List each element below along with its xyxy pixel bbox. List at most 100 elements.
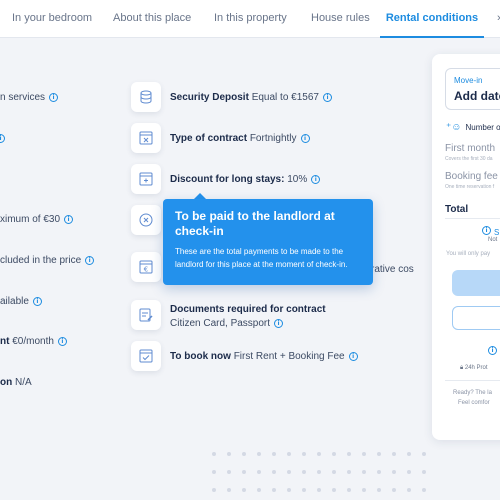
condition-documents-value: Citizen Card, Passport i: [170, 318, 284, 329]
decorative-dot: [302, 488, 306, 492]
info-icon[interactable]: i: [49, 92, 59, 102]
move-in-value: Add date: [454, 89, 500, 103]
divider: [445, 218, 500, 219]
send-message-button[interactable]: [452, 306, 500, 330]
condition-discount-long-stays: Discount for long stays: 10% i: [170, 174, 321, 185]
condition-label: Documents required for contract: [170, 304, 326, 315]
info-icon[interactable]: i: [348, 351, 358, 361]
decorative-dot: [332, 470, 336, 474]
decorative-dot: [272, 470, 276, 474]
left-item-included: cluded in the price i: [0, 255, 95, 266]
decorative-dot: [392, 452, 396, 456]
move-in-label: Move-in: [454, 76, 483, 85]
condition-type-of-contract: Type of contract Fortnightly i: [170, 133, 310, 144]
decorative-dot: [242, 452, 246, 456]
decorative-dot: [347, 452, 351, 456]
calendar-euro-icon: €: [131, 252, 161, 282]
tab-house-rules[interactable]: House rules: [311, 0, 370, 38]
info-icon[interactable]: i: [322, 92, 332, 102]
tab-bar: In your bedroom About this place In this…: [0, 0, 500, 38]
divider: [445, 380, 500, 381]
decorative-dot: [317, 470, 321, 474]
occupants-selector[interactable]: ⁺☺ Number o: [446, 122, 500, 133]
info-icon[interactable]: i: [85, 255, 95, 265]
decorative-dot: [227, 452, 231, 456]
condition-label: Type of contract: [170, 133, 248, 144]
tab-rental-conditions[interactable]: Rental conditions: [380, 0, 484, 38]
decorative-dot: [272, 488, 276, 492]
condition-value: Equal to €1567: [251, 92, 319, 103]
decorative-dot: [392, 470, 396, 474]
condition-documents-required: Documents required for contract: [170, 304, 326, 315]
info-icon[interactable]: i: [57, 336, 67, 346]
left-item-na: on N/A: [0, 377, 32, 388]
add-person-icon: ⁺☺: [446, 122, 462, 133]
lock-icon: 🔒︎: [460, 365, 464, 371]
tab-about-this-place[interactable]: About this place: [113, 0, 191, 38]
decorative-dot: [302, 470, 306, 474]
tooltip-body: These are the total payments to be made …: [175, 247, 348, 269]
condition-label: Security Deposit: [170, 92, 249, 103]
move-in-date-field[interactable]: Move-in Add date: [445, 68, 500, 110]
condition-to-book-now: To book now First Rent + Booking Fee i: [170, 351, 358, 362]
decorative-dot: [362, 488, 366, 492]
partial-administrative-costs: rative cos: [371, 264, 414, 275]
contract-icon: [131, 123, 161, 153]
decorative-dot: [302, 452, 306, 456]
decorative-dot-grid: [212, 452, 432, 500]
decorative-dot: [317, 488, 321, 492]
info-icon[interactable]: i: [0, 133, 5, 143]
left-item-info: i: [0, 133, 5, 144]
left-item-maximum: ximum of €30 i: [0, 214, 74, 225]
decorative-dot: [242, 488, 246, 492]
decorative-dot: [227, 488, 231, 492]
decorative-dot: [257, 452, 261, 456]
info-icon[interactable]: i: [32, 296, 42, 306]
decorative-dot: [332, 452, 336, 456]
decorative-dot: [422, 470, 426, 474]
info-icon[interactable]: i: [300, 133, 310, 143]
note-label: Not: [488, 237, 498, 243]
decorative-dot: [407, 470, 411, 474]
decorative-dot: [347, 488, 351, 492]
coins-icon: [131, 82, 161, 112]
first-month-subtext: Covers the first 30 da: [445, 156, 493, 162]
info-icon[interactable]: i: [274, 318, 284, 328]
condition-value: First Rent + Booking Fee: [233, 351, 345, 362]
info-icon[interactable]: i: [488, 342, 497, 360]
feel-comfortable-text: Feel comfor: [458, 400, 490, 406]
decorative-dot: [362, 452, 366, 456]
info-icon[interactable]: i: [482, 226, 491, 236]
condition-label: Discount for long stays:: [170, 174, 285, 185]
decorative-dot: [422, 488, 426, 492]
protection-text: 🔒︎ 24h Prot: [460, 365, 488, 371]
book-now-button[interactable]: [452, 270, 500, 296]
decorative-dot: [287, 488, 291, 492]
decorative-dot: [212, 452, 216, 456]
decorative-dot: [212, 488, 216, 492]
first-month-label: First month: [445, 143, 496, 154]
info-icon[interactable]: i: [311, 174, 321, 184]
decorative-dot: [287, 452, 291, 456]
decorative-dot: [407, 452, 411, 456]
document-pen-icon: [131, 300, 161, 330]
booking-fee-subtext: One time reservation f: [445, 184, 495, 190]
booking-card: Move-in Add date ⁺☺Number o First month …: [432, 54, 500, 440]
condition-value: 10%: [287, 174, 308, 185]
condition-security-deposit: Security Deposit Equal to €1567 i: [170, 92, 332, 103]
decorative-dot: [227, 470, 231, 474]
left-item-available: ailable i: [0, 296, 42, 307]
info-icon[interactable]: i: [64, 214, 74, 224]
decorative-dot: [257, 488, 261, 492]
total-label: Total: [445, 204, 469, 215]
decorative-dot: [392, 488, 396, 492]
decorative-dot: [422, 452, 426, 456]
decorative-dot: [317, 452, 321, 456]
calendar-check-icon: [131, 341, 161, 371]
tab-in-this-property[interactable]: In this property: [214, 0, 287, 38]
booking-fee-label: Booking fee: [445, 171, 498, 182]
left-item-rent: nt €0/month i: [0, 336, 67, 347]
tab-in-your-bedroom[interactable]: In your bedroom: [12, 0, 92, 38]
tooltip-title: To be paid to the landlord at check-in: [175, 209, 335, 238]
decorative-dot: [287, 470, 291, 474]
